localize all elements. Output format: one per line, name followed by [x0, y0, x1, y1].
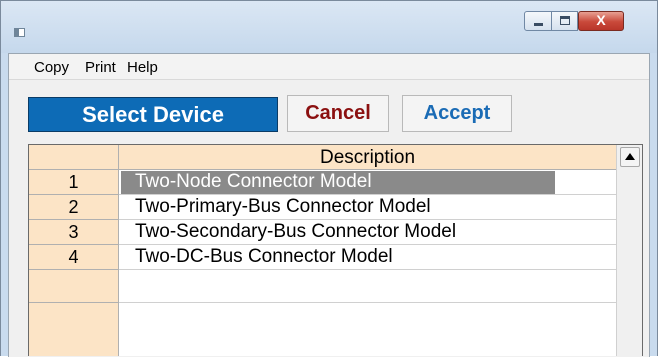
menu-bar: Copy Print Help [9, 54, 649, 80]
device-description[interactable]: Two-Primary-Bus Connector Model [119, 195, 616, 220]
vertical-scrollbar[interactable] [616, 145, 642, 356]
title-bar[interactable]: X [1, 1, 657, 53]
minimize-icon [534, 23, 543, 26]
row-number: 1 [29, 170, 119, 195]
row-number [29, 303, 119, 356]
accept-button[interactable]: Accept [402, 95, 512, 132]
maximize-button[interactable] [551, 11, 578, 31]
row-number-header [29, 145, 119, 170]
device-description[interactable]: Two-DC-Bus Connector Model [119, 245, 616, 270]
row-number: 4 [29, 245, 119, 270]
close-icon: X [596, 12, 606, 28]
close-button[interactable]: X [578, 11, 624, 31]
table-row[interactable]: 1 Two-Node Connector Model [29, 170, 616, 195]
maximize-icon [560, 16, 570, 25]
scroll-up-button[interactable] [620, 147, 640, 167]
device-description[interactable]: Two-Node Connector Model [119, 170, 616, 195]
menu-print[interactable]: Print [85, 59, 116, 76]
device-description[interactable]: Two-Secondary-Bus Connector Model [119, 220, 616, 245]
device-table: Description 1 Two-Node Connector Model 2… [28, 144, 643, 356]
table-row[interactable]: 2 Two-Primary-Bus Connector Model [29, 195, 616, 220]
row-number: 2 [29, 195, 119, 220]
table-row[interactable] [29, 303, 616, 356]
table-row[interactable]: 4 Two-DC-Bus Connector Model [29, 245, 616, 270]
menu-copy[interactable]: Copy [34, 59, 69, 76]
select-device-banner: Select Device [28, 97, 278, 132]
app-window-icon[interactable] [14, 28, 25, 37]
table-row[interactable] [29, 270, 616, 303]
table-row[interactable]: 3 Two-Secondary-Bus Connector Model [29, 220, 616, 245]
row-number: 3 [29, 220, 119, 245]
menu-help[interactable]: Help [127, 59, 158, 76]
minimize-button[interactable] [524, 11, 552, 31]
row-number [29, 270, 119, 303]
device-description[interactable] [119, 303, 616, 356]
triangle-up-icon [625, 153, 635, 160]
device-description[interactable] [119, 270, 616, 303]
cancel-button[interactable]: Cancel [287, 95, 389, 132]
description-column-header[interactable]: Description [119, 145, 616, 170]
